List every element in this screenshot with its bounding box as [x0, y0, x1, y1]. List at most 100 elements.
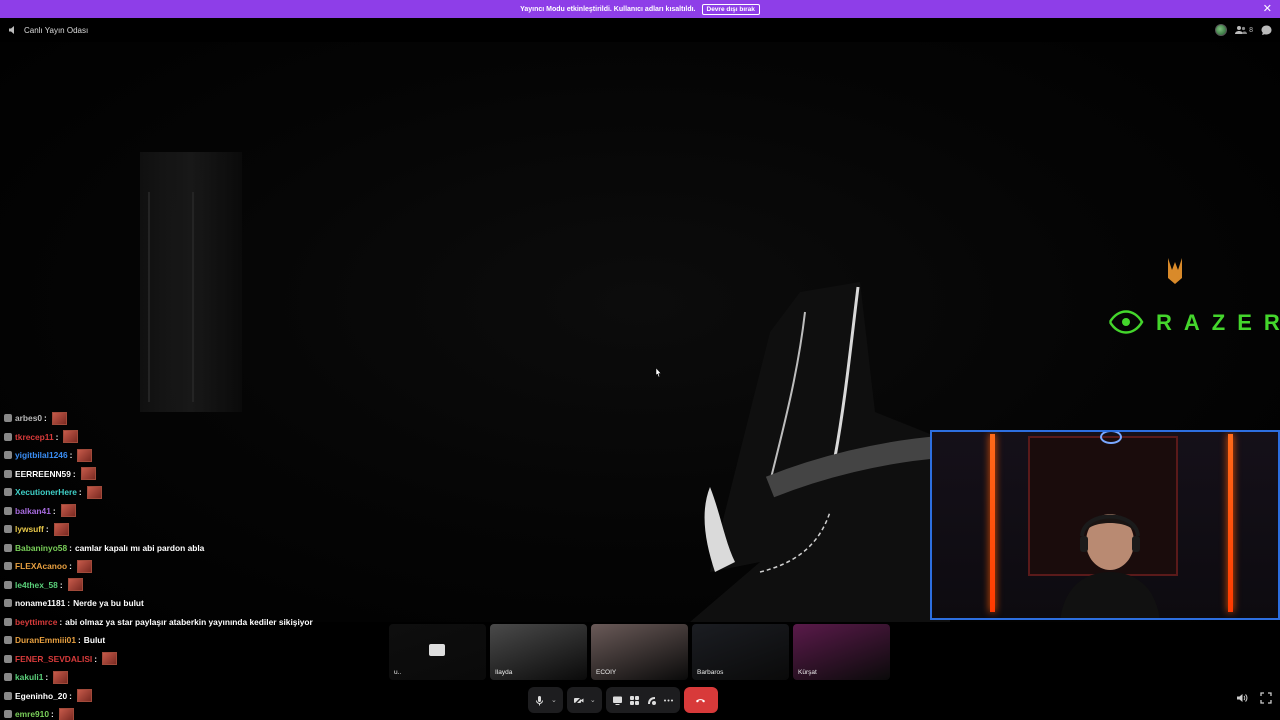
chat-message: tkrecep11:	[4, 428, 384, 447]
chat-message: balkan41:	[4, 502, 384, 521]
volume-icon[interactable]	[1236, 692, 1248, 704]
user-badge-icon	[4, 691, 12, 700]
chat-overlay: arbes0: tkrecep11: yigitbilal1246: EERREENN…	[4, 409, 384, 720]
user-badge-icon	[4, 673, 12, 682]
close-icon[interactable]: ✕	[1263, 2, 1272, 15]
camera-icon	[429, 644, 445, 656]
chat-separator: :	[45, 524, 49, 535]
chat-username[interactable]: balkan41	[15, 506, 51, 516]
chat-message: lywsuff:	[4, 520, 384, 539]
emote-icon	[53, 670, 69, 684]
fullscreen-icon[interactable]	[1260, 692, 1272, 704]
chat-separator: :	[72, 468, 76, 479]
chat-separator: :	[69, 690, 72, 701]
emote-icon	[67, 578, 83, 592]
mic-icon	[536, 695, 543, 705]
chat-text: abi olmaz ya star paylaşır ataberkin yay…	[65, 616, 313, 627]
chat-message: beyttimrce: abi olmaz ya star paylaşır at…	[4, 613, 384, 632]
emote-icon	[102, 652, 118, 666]
chat-username[interactable]: tkrecep11	[15, 432, 54, 442]
activity-icon[interactable]	[1215, 24, 1228, 36]
user-badge-icon	[4, 432, 12, 441]
user-badge-icon	[4, 617, 12, 626]
banner-text: Yayıncı Modu etkinleştirildi. Kullanıcı …	[520, 5, 696, 13]
user-badge-icon	[4, 488, 12, 497]
chat-message: XecutionerHere:	[4, 483, 384, 502]
participant-tile[interactable]: ECOIY	[591, 624, 688, 680]
chat-message: Egeninho_20:	[4, 687, 384, 706]
people-icon	[1235, 26, 1248, 34]
participant-strip: u.. Ilayda ECOIY Barbaros Kürşat	[389, 624, 890, 680]
razer-wordmark: RAZER	[1156, 310, 1280, 335]
emote-icon	[60, 504, 76, 518]
streamer-avatar	[1060, 514, 1160, 618]
camera-button[interactable]: ⌄	[566, 687, 602, 713]
chat-username[interactable]: le4thex_58	[15, 580, 58, 590]
emblem-icon	[1168, 258, 1182, 284]
participant-tile[interactable]: u..	[389, 624, 486, 680]
chat-username[interactable]: lywsuff	[15, 524, 44, 534]
user-badge-icon	[4, 562, 12, 571]
emote-icon	[76, 689, 92, 703]
chat-username[interactable]: emre910	[15, 709, 49, 719]
user-badge-icon	[4, 451, 12, 460]
chat-message: FENER_SEVDALISI:	[4, 650, 384, 669]
chat-separator: :	[77, 635, 81, 646]
participant-tile[interactable]: Kürşat	[793, 624, 890, 680]
chat-message: EERREENN59:	[4, 465, 384, 484]
more-icon[interactable]	[663, 695, 674, 706]
emote-icon	[58, 707, 74, 720]
disable-streamer-mode-button[interactable]: Devre dışı bırak	[701, 3, 760, 15]
neon-light-right	[1228, 434, 1233, 612]
chat-separator: :	[69, 450, 73, 461]
participant-name: Barbaros	[697, 669, 724, 676]
participant-name: u..	[394, 669, 402, 676]
door-frame	[140, 152, 242, 412]
emote-icon	[76, 559, 92, 573]
chat-username[interactable]: kakuli1	[15, 672, 43, 682]
chat-message: yigitbilal1246:	[4, 446, 384, 465]
user-badge-icon	[4, 414, 12, 423]
chat-username[interactable]: EERREENN59	[15, 469, 71, 479]
user-badge-icon	[4, 636, 12, 645]
chat-username[interactable]: FENER_SEVDALISI	[15, 654, 92, 664]
chat-message: Babaninyo58: camlar kapalı mı abi pardon …	[4, 539, 384, 558]
chat-username[interactable]: Babaninyo58	[15, 543, 67, 553]
participants-icon[interactable]: 8	[1235, 25, 1253, 35]
participant-name: Kürşat	[798, 669, 817, 676]
chevron-down-icon[interactable]: ⌄	[590, 696, 596, 704]
chat-username[interactable]: beyttimrce	[15, 617, 57, 627]
chat-username[interactable]: DuranEmmiii01	[15, 635, 76, 645]
soundboard-icon[interactable]	[646, 695, 657, 706]
chat-username[interactable]: Egeninho_20	[15, 691, 67, 701]
streamer-mode-banner: Yayıncı Modu etkinleştirildi. Kullanıcı …	[0, 0, 1280, 18]
chat-username[interactable]: FLEXAcanoo	[15, 561, 67, 571]
user-badge-icon	[4, 525, 12, 534]
participant-tile[interactable]: Barbaros	[692, 624, 789, 680]
participant-tile[interactable]: Ilayda	[490, 624, 587, 680]
chat-username[interactable]: noname1181	[15, 598, 65, 608]
chat-separator: :	[59, 579, 63, 590]
chat-separator: :	[44, 413, 47, 424]
screenshare-button[interactable]	[605, 687, 680, 713]
emote-icon	[80, 467, 96, 481]
speaker-icon	[9, 26, 14, 34]
mic-button[interactable]: ⌄	[528, 687, 563, 713]
emote-icon	[53, 522, 69, 536]
screenshare-icon	[612, 696, 622, 705]
user-badge-icon	[4, 654, 12, 663]
chevron-down-icon[interactable]: ⌄	[551, 696, 557, 704]
user-badge-icon	[4, 543, 12, 552]
participant-count: 8	[1249, 26, 1253, 34]
chat-username[interactable]: arbes0	[15, 413, 42, 423]
user-badge-icon	[4, 599, 12, 608]
activities-icon[interactable]	[629, 695, 640, 706]
emote-icon	[77, 448, 93, 462]
user-badge-icon	[4, 580, 12, 589]
user-badge-icon	[4, 469, 12, 478]
chat-icon[interactable]	[1261, 25, 1272, 36]
chat-username[interactable]: XecutionerHere	[15, 487, 77, 497]
disconnect-button[interactable]	[683, 687, 718, 713]
camera-off-icon	[573, 694, 584, 706]
chat-username[interactable]: yigitbilal1246	[15, 450, 68, 460]
